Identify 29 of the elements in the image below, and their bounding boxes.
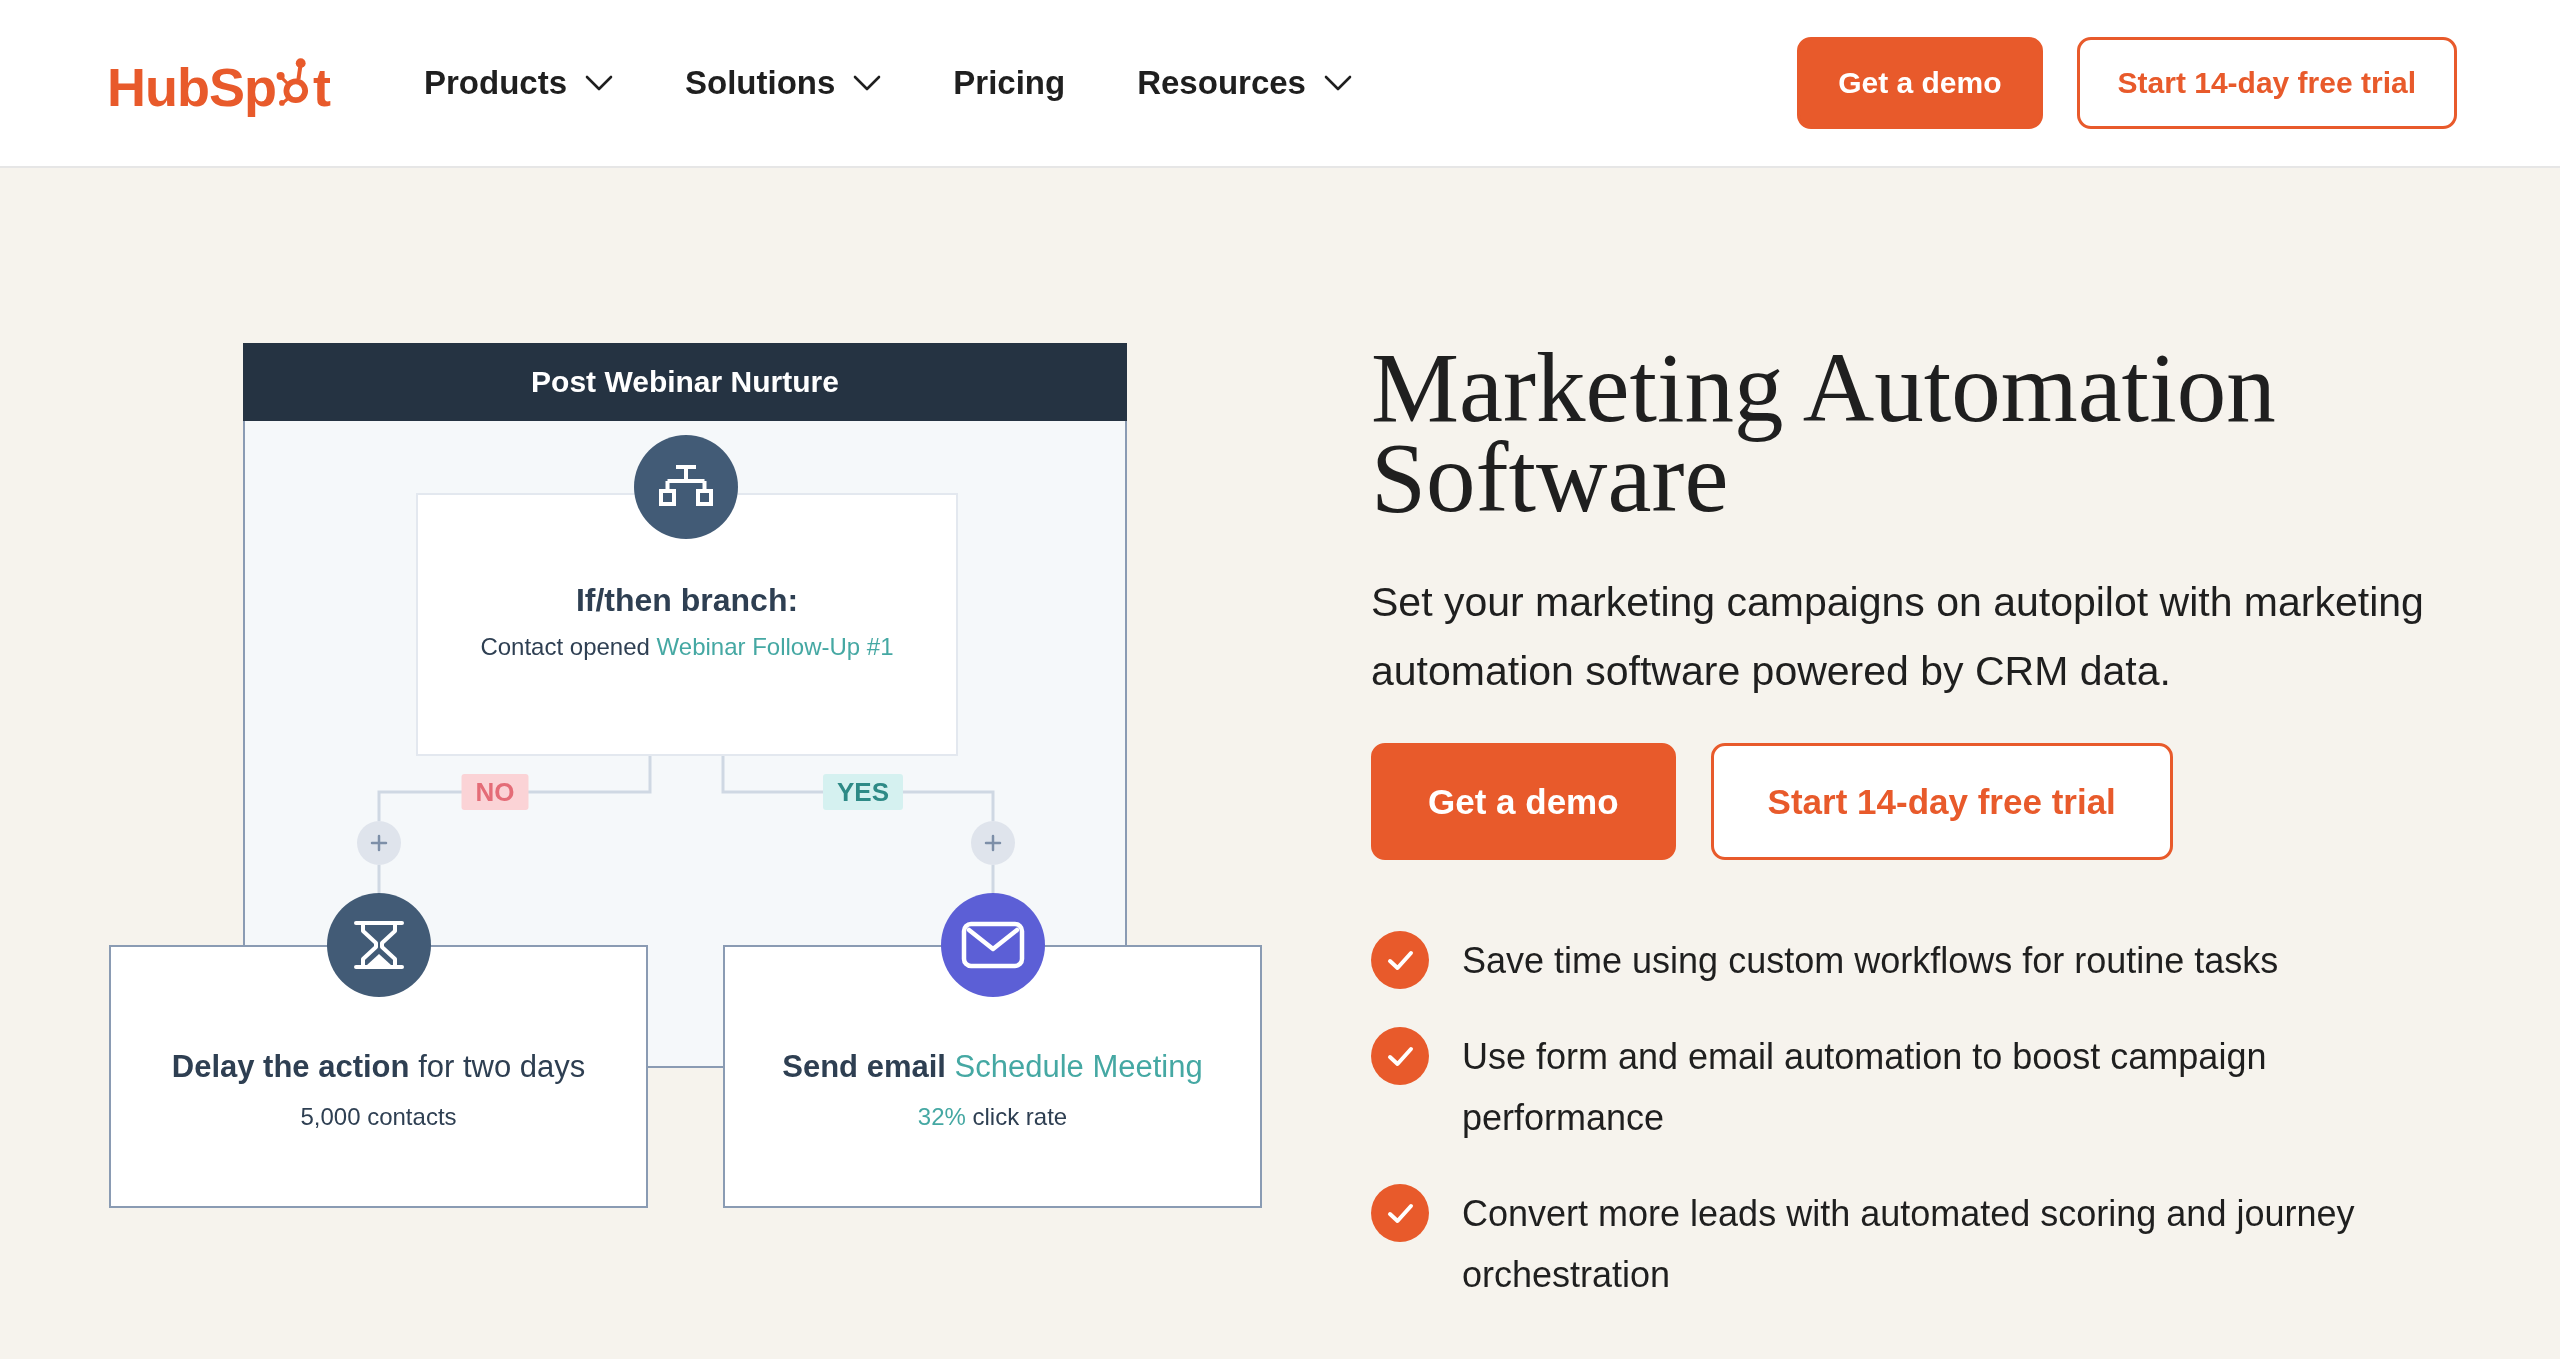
secondary-button[interactable]: Start 14-day free trial xyxy=(2076,37,2457,129)
benefit-text: Convert more leads with automated scoring and journey orchestration xyxy=(1462,1192,2356,1297)
branch-title: If/then branch: xyxy=(575,580,799,620)
nav-link[interactable]: Solutions xyxy=(685,64,882,102)
benefit-text: Use form and email automation to boost campaign performance xyxy=(1462,1035,2268,1140)
benefit-text: Save time using custom workflows for routine tasks xyxy=(1462,939,2280,983)
plus-icon xyxy=(971,821,1015,865)
nav-link[interactable]: Resources xyxy=(1137,64,1352,102)
hero-description: Set your marketing campaigns on autopilot with marketing automation software powered by CRM data. xyxy=(1371,578,2425,696)
connector-line xyxy=(991,865,995,893)
action-detail: 32% click rate xyxy=(917,1101,1068,1132)
branch-tag: NO xyxy=(461,774,529,810)
check-icon xyxy=(1371,1027,1429,1085)
action-title: Delay the action for two days xyxy=(171,1047,586,1086)
connector-line xyxy=(377,865,381,893)
nav-link[interactable]: Products xyxy=(423,64,613,102)
action-detail: 5,000 contacts xyxy=(300,1101,457,1132)
primary-button[interactable]: Get a demo xyxy=(1797,37,2043,129)
plus-icon xyxy=(357,821,401,865)
secondary-button[interactable]: Start 14-day free trial xyxy=(1710,743,2173,860)
page-heading: Marketing Automation Software xyxy=(1371,343,2277,523)
action-title: Send email Schedule Meeting xyxy=(782,1047,1203,1086)
primary-button[interactable]: Get a demo xyxy=(1371,743,1676,860)
check-icon xyxy=(1371,931,1429,989)
nav-link[interactable]: Pricing xyxy=(953,64,1066,102)
workflow-title: Post Webinar Nurture xyxy=(531,365,839,399)
branch-tag: YES xyxy=(823,774,903,810)
branch-condition: Contact opened Webinar Follow-Up #1 xyxy=(480,631,894,662)
check-icon xyxy=(1371,1184,1429,1242)
